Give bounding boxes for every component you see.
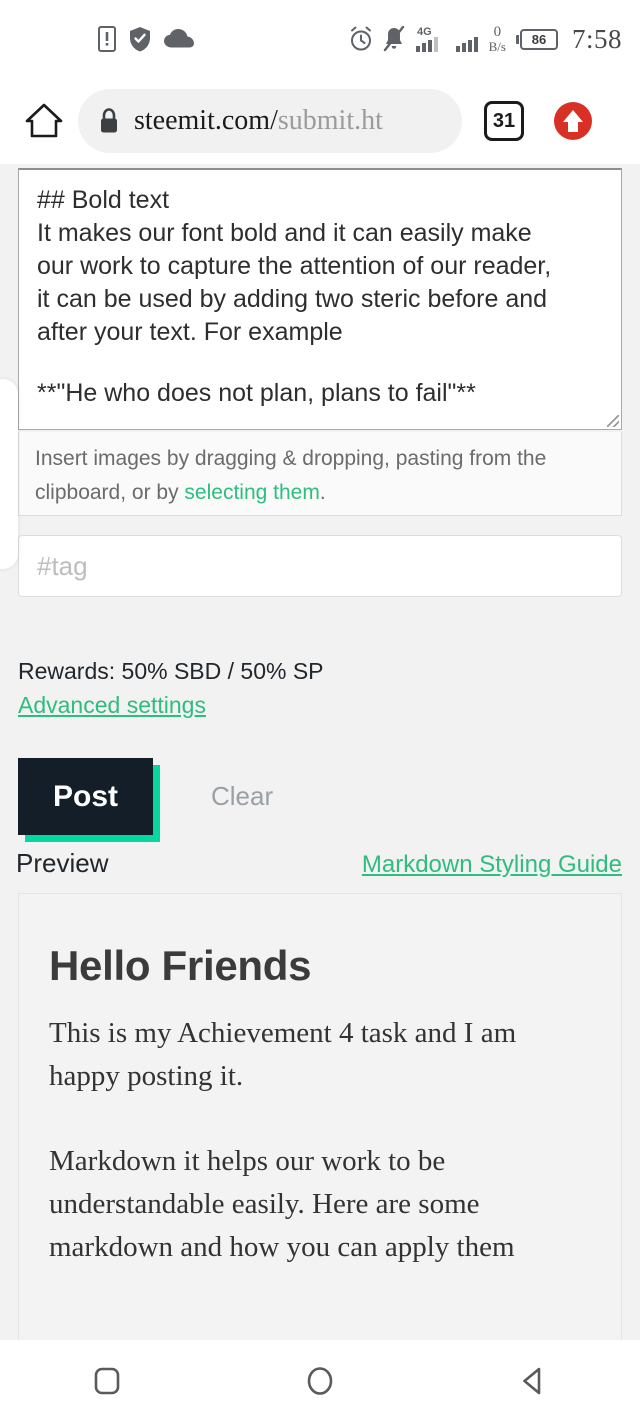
editor-line: ## Bold text [37,186,170,214]
url-path: submit.ht [277,105,383,136]
lock-icon [98,107,120,135]
status-bar-left-icons [98,26,194,52]
page-content: ## Bold text It makes our font bold and … [0,164,640,1340]
data-rate-unit: B/s [488,39,506,54]
post-body-textarea[interactable]: ## Bold text It makes our font bold and … [18,168,622,430]
battery-percent: 86 [531,31,547,47]
circle-home-icon[interactable] [275,1351,365,1411]
url-text: steemit.com/submit.ht [134,105,383,137]
edge-gesture-handle[interactable] [0,379,18,569]
editor-blank-line [37,349,603,377]
post-body-editor-wrapper: ## Bold text It makes our font bold and … [18,168,622,430]
url-domain: steemit.com/ [134,105,278,136]
preview-paragraph: This is my Achievement 4 task and I am h… [49,1017,517,1092]
post-button-wrapper: Post [18,758,160,842]
phone-alert-icon [98,26,116,52]
signal-icon [455,24,479,54]
android-nav-bar [0,1340,640,1422]
editor-line: **"He who does not plan, plans to fail"*… [37,379,476,407]
battery-shell: 86 [519,28,558,50]
post-button[interactable]: Post [18,758,153,835]
preview-paragraph-gap [49,1098,591,1140]
editor-line: It makes our font bold and it can easily… [37,219,532,247]
signal-4g-icon: 4G [415,24,445,54]
select-images-link[interactable]: selecting them [184,481,319,504]
textarea-resize-handle[interactable] [607,415,619,427]
markdown-styling-guide-link[interactable]: Markdown Styling Guide [362,851,622,879]
tab-count-label: 31 [492,109,516,132]
status-bar: 4G 0 B/s 86 7:58 [0,0,640,78]
alarm-icon [349,26,373,52]
data-rate-indicator: 0 B/s [488,24,506,54]
advanced-settings-link[interactable]: Advanced settings [18,692,206,719]
tag-input[interactable]: #tag [18,535,622,597]
clock-time: 7:58 [571,23,622,54]
tab-counter-button[interactable]: 31 [484,101,524,141]
cloud-icon [164,29,194,49]
image-dropzone[interactable]: Insert images by dragging & dropping, pa… [18,432,622,516]
square-recents-icon[interactable] [62,1351,152,1411]
clear-button[interactable]: Clear [211,781,273,812]
upload-arrow-icon[interactable] [550,98,596,144]
browser-toolbar: steemit.com/submit.ht 31 [0,78,640,164]
svg-text:4G: 4G [417,26,432,38]
battery-nub [515,34,519,44]
rewards-label: Rewards: 50% SBD / 50% SP [18,658,324,684]
preview-paragraph: Markdown it helps our work to be underst… [49,1145,515,1263]
status-bar-right-icons: 4G 0 B/s 86 7:58 [349,24,622,55]
shield-check-icon [128,26,152,52]
phone-screen: 4G 0 B/s 86 7:58 steemit.com/submit.ht 3… [0,0,640,1422]
preview-label: Preview [16,848,109,878]
editor-line: it can be used by adding two steric befo… [37,285,548,313]
battery-icon: 86 [515,28,558,50]
bell-muted-icon [383,26,405,52]
preview-panel: Hello Friends This is my Achievement 4 t… [18,893,622,1340]
dropzone-text-after: . [319,481,326,504]
dropzone-hint: Insert images by dragging & dropping, pa… [35,447,546,504]
home-icon[interactable] [22,99,66,143]
preview-heading: Hello Friends [49,942,312,989]
tag-input-placeholder: #tag [37,550,88,581]
editor-line: after your text. For example [37,318,343,346]
url-bar[interactable]: steemit.com/submit.ht [78,89,462,153]
editor-line: our work to capture the attention of our… [37,252,552,280]
triangle-back-icon[interactable] [488,1351,578,1411]
data-rate-value: 0 [493,24,502,40]
